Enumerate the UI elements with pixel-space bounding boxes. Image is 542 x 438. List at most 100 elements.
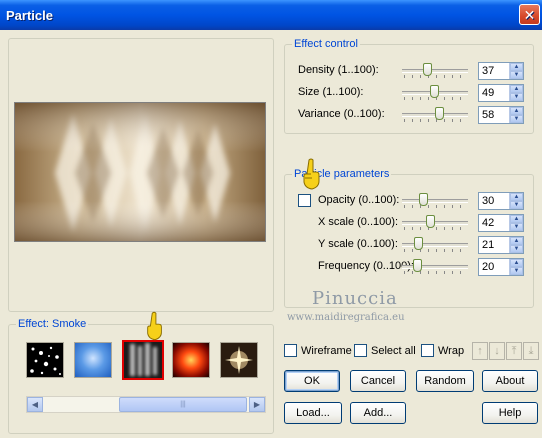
spin-down-icon[interactable]: ▼ [510,223,523,231]
opacity-checkbox[interactable] [298,194,311,207]
spin-up-icon[interactable]: ▲ [510,237,523,245]
move-bottom-button[interactable]: ⤓ [523,342,539,360]
cancel-label: Cancel [360,375,396,387]
cancel-button[interactable]: Cancel [350,370,406,392]
spinbox-value[interactable]: 42 [479,217,509,229]
move-up-button[interactable]: ↑ [472,342,488,360]
ec-slider-2[interactable] [402,107,468,122]
slider-ticks [404,249,466,252]
move-top-button[interactable]: ⤒ [506,342,522,360]
slider-ticks [404,119,466,122]
ok-label: OK [304,375,320,387]
ec-slider-1[interactable] [402,85,468,100]
spinbox-arrows[interactable]: ▲ ▼ [509,259,523,275]
scroll-left-button[interactable]: ◀ [27,397,43,412]
scrollbar-thumb[interactable]: ||| [119,397,247,412]
spinbox-value[interactable]: 58 [479,109,509,121]
pp-spinbox-2[interactable]: 21 ▲ ▼ [478,236,524,254]
spinbox-value[interactable]: 20 [479,261,509,273]
slider-ticks [404,227,466,230]
slider-thumb[interactable] [414,237,423,250]
thumbnail-sky[interactable] [74,342,112,378]
thumbnail-fire[interactable] [172,342,210,378]
spinbox-arrows[interactable]: ▲ ▼ [509,193,523,209]
slider-track [402,199,468,203]
pointing-hand-icon [303,158,320,190]
spinbox-arrows[interactable]: ▲ ▼ [509,215,523,231]
spin-up-icon[interactable]: ▲ [510,63,523,71]
spinbox-value[interactable]: 21 [479,239,509,251]
pp-spinbox-3[interactable]: 20 ▲ ▼ [478,258,524,276]
select-all-checkbox[interactable]: Select all [354,344,416,357]
wireframe-checkbox-box[interactable] [284,344,297,357]
spin-down-icon[interactable]: ▼ [510,267,523,275]
ec-spinbox-0[interactable]: 37 ▲ ▼ [478,62,524,80]
spinbox-value[interactable]: 37 [479,65,509,77]
spin-up-icon[interactable]: ▲ [510,107,523,115]
ec-label-2: Variance (0..100): [298,108,385,120]
wireframe-label: Wireframe [301,344,352,357]
pp-spinbox-0[interactable]: 30 ▲ ▼ [478,192,524,210]
thumbnail-smoke[interactable] [122,340,164,380]
thumbnail-scrollbar[interactable]: ◀ ||| ▶ [26,396,266,413]
slider-ticks [404,205,466,208]
smoke-thumbnail-icon [130,343,157,376]
wrap-checkbox-box[interactable] [421,344,434,357]
ec-spinbox-1[interactable]: 49 ▲ ▼ [478,84,524,102]
spin-up-icon[interactable]: ▲ [510,85,523,93]
slider-thumb[interactable] [413,259,422,272]
window-title: Particle [6,7,53,23]
slider-thumb[interactable] [423,63,432,76]
spin-down-icon[interactable]: ▼ [510,115,523,123]
pp-slider-3[interactable] [402,259,468,274]
pp-slider-2[interactable] [402,237,468,252]
slider-track [402,265,468,269]
pp-slider-1[interactable] [402,215,468,230]
about-button[interactable]: About [482,370,538,392]
ec-label-0: Density (1..100): [298,64,379,76]
opacity-checkbox-box[interactable] [298,194,311,207]
slider-thumb[interactable] [426,215,435,228]
spin-up-icon[interactable]: ▲ [510,259,523,267]
effect-group-title: Effect: Smoke [16,318,89,330]
stars-thumbnail-icon [30,346,61,375]
wrap-checkbox[interactable]: Wrap [421,344,464,357]
spinbox-value[interactable]: 49 [479,87,509,99]
spin-up-icon[interactable]: ▲ [510,193,523,201]
pp-slider-0[interactable] [402,193,468,208]
spinbox-value[interactable]: 30 [479,195,509,207]
ec-spinbox-2[interactable]: 58 ▲ ▼ [478,106,524,124]
spin-down-icon[interactable]: ▼ [510,93,523,101]
spin-down-icon[interactable]: ▼ [510,201,523,209]
spin-down-icon[interactable]: ▼ [510,71,523,79]
thumbnail-stars[interactable] [26,342,64,378]
wireframe-checkbox[interactable]: Wireframe [284,344,352,357]
arrow-up-icon: ↑ [477,345,483,357]
spinbox-arrows[interactable]: ▲ ▼ [509,85,523,101]
random-button[interactable]: Random [416,370,474,392]
spinbox-arrows[interactable]: ▲ ▼ [509,63,523,79]
spin-down-icon[interactable]: ▼ [510,245,523,253]
pp-spinbox-1[interactable]: 42 ▲ ▼ [478,214,524,232]
slider-thumb[interactable] [419,193,428,206]
spinbox-arrows[interactable]: ▲ ▼ [509,107,523,123]
ec-label-1: Size (1..100): [298,86,364,98]
thumbnail-sparkle[interactable] [220,342,258,378]
ok-button[interactable]: OK [284,370,340,392]
help-button[interactable]: Help [482,402,538,424]
select-all-checkbox-box[interactable] [354,344,367,357]
close-button[interactable]: ✕ [519,4,540,25]
pointing-hand-icon-2 [147,311,162,341]
load-button[interactable]: Load... [284,402,342,424]
add-button[interactable]: Add... [350,402,406,424]
spinbox-arrows[interactable]: ▲ ▼ [509,237,523,253]
slider-ticks [404,271,466,274]
load-label: Load... [296,407,330,419]
move-down-button[interactable]: ↓ [489,342,505,360]
slider-thumb[interactable] [430,85,439,98]
slider-thumb[interactable] [435,107,444,120]
scroll-right-button[interactable]: ▶ [249,397,265,412]
spin-up-icon[interactable]: ▲ [510,215,523,223]
random-label: Random [424,375,466,387]
ec-slider-0[interactable] [402,63,468,78]
